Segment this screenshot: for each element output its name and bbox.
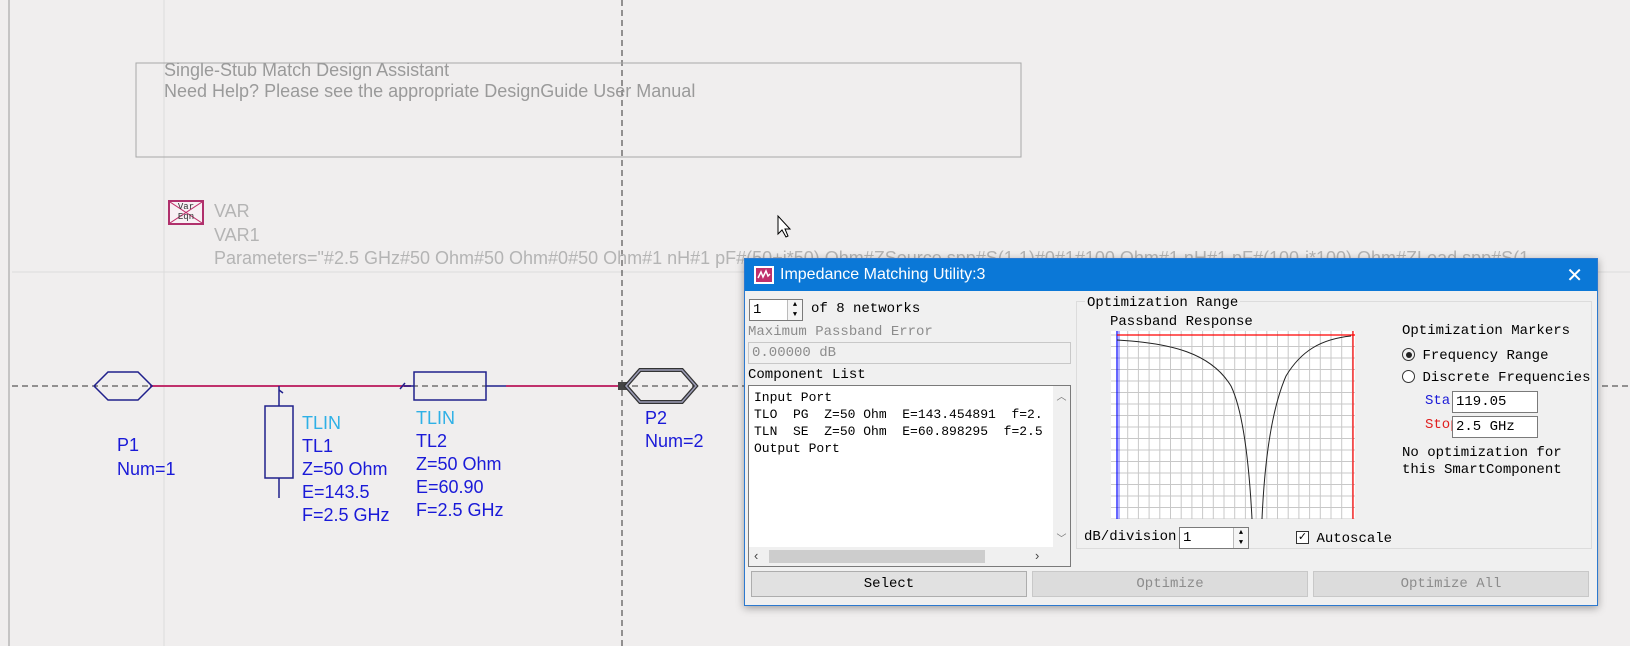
network-index-spinner[interactable]: 1 ▲ ▼ — [749, 299, 803, 321]
network-index-value: 1 — [753, 302, 762, 318]
component-list[interactable]: Input Port TLO PG Z=50 Ohm E=143.454891 … — [748, 385, 1071, 567]
checkbox-checked-icon[interactable]: ✓ — [1296, 531, 1309, 545]
start-field[interactable]: 119.05 MHz — [1452, 391, 1538, 430]
var-eqn-icon[interactable]: Var Eqn — [168, 200, 204, 225]
component-list-item[interactable]: Input Port — [754, 390, 832, 405]
impedance-matching-dialog[interactable]: Impedance Matching Utility:3 ✕ 1 ▲ ▼ of 8… — [744, 258, 1598, 606]
scroll-down-icon[interactable]: ﹀ — [1053, 530, 1070, 545]
port-p2-name: P2 — [645, 408, 668, 428]
db-division-label: dB/division — [1084, 529, 1177, 545]
network-count-text: of 8 networks — [811, 301, 921, 317]
autoscale-checkbox[interactable]: ✓ Autoscale — [1296, 529, 1392, 547]
radio-discrete-frequencies[interactable]: Discrete Frequencies — [1402, 368, 1590, 386]
port-p1-num: Num=1 — [117, 459, 176, 479]
var-label: VAR — [214, 201, 250, 221]
horizontal-scroll-thumb[interactable] — [769, 550, 985, 563]
radio-frequency-range-label: Frequency Range — [1422, 348, 1549, 364]
spinner-arrows-icon[interactable]: ▲ ▼ — [787, 300, 802, 320]
tl1-e: E=143.5 — [302, 482, 370, 502]
spinner-arrows-icon[interactable]: ▲ ▼ — [1233, 528, 1248, 548]
radio-discrete-label: Discrete Frequencies — [1422, 370, 1591, 386]
component-list-item[interactable]: Output Port — [754, 441, 840, 456]
tl1-name: TL1 — [302, 436, 334, 456]
scroll-right-icon[interactable]: › — [1035, 548, 1039, 563]
var-name: VAR1 — [214, 225, 260, 245]
scroll-up-icon[interactable]: ︿ — [1053, 388, 1070, 403]
tl2-type: TLIN — [416, 408, 456, 428]
radio-checked-icon[interactable] — [1402, 348, 1415, 362]
mouse-cursor-icon — [777, 214, 792, 238]
schematic-title-line2: Need Help? Please see the appropriate De… — [164, 81, 696, 101]
tl2-e: E=60.90 — [416, 477, 484, 497]
schematic-title-line1: Single-Stub Match Design Assistant — [164, 60, 450, 80]
optimization-note: No optimization for this SmartComponent — [1402, 445, 1562, 478]
passband-response-label: Passband Response — [1110, 314, 1253, 330]
optimize-all-button[interactable]: Optimize All — [1313, 571, 1589, 597]
tl2-z: Z=50 Ohm — [416, 454, 502, 474]
app-icon — [754, 266, 774, 284]
component-list-label: Component List — [748, 367, 866, 383]
tl1-symbol — [264, 386, 294, 498]
tl1-z: Z=50 Ohm — [302, 459, 388, 479]
port-p1-name: P1 — [117, 435, 140, 455]
tl2-name: TL2 — [416, 431, 448, 451]
radio-frequency-range[interactable]: Frequency Range — [1402, 346, 1548, 364]
scroll-left-icon[interactable]: ‹ — [754, 548, 758, 563]
component-list-item[interactable]: TLO PG Z=50 Ohm E=143.454891 f=2. — [754, 407, 1050, 422]
radio-unchecked-icon[interactable] — [1402, 370, 1415, 384]
tl1-f: F=2.5 GHz — [302, 505, 390, 525]
vertical-scrollbar[interactable]: ︿ ﹀ — [1053, 386, 1070, 547]
optimize-button[interactable]: Optimize — [1032, 571, 1308, 597]
optimization-range-label: Optimization Range — [1085, 295, 1241, 311]
stop-field[interactable]: 2.5 GHz — [1452, 416, 1538, 438]
db-division-value: 1 — [1183, 530, 1192, 546]
close-icon[interactable]: ✕ — [1566, 263, 1583, 288]
passband-response-plot[interactable] — [1111, 331, 1355, 519]
optimization-markers-label: Optimization Markers — [1402, 323, 1571, 339]
var-eqn-icon-text: Var Eqn — [177, 202, 195, 222]
tl1-type: TLIN — [302, 413, 342, 433]
component-list-item[interactable]: TLN SE Z=50 Ohm E=60.898295 f=2.5 — [754, 424, 1050, 439]
max-passband-error-label: Maximum Passband Error — [748, 324, 933, 340]
horizontal-scrollbar[interactable]: ‹ › — [749, 547, 1070, 566]
select-button[interactable]: Select — [751, 571, 1027, 597]
db-division-spinner[interactable]: 1 ▲ ▼ — [1179, 527, 1249, 549]
dialog-title: Impedance Matching Utility:3 — [780, 266, 986, 283]
dialog-titlebar[interactable]: Impedance Matching Utility:3 ✕ — [745, 259, 1597, 291]
port-p2-num: Num=2 — [645, 431, 704, 451]
autoscale-label: Autoscale — [1316, 531, 1393, 547]
max-passband-error-field: 0.00000 dB — [748, 342, 1071, 364]
tl2-f: F=2.5 GHz — [416, 500, 504, 520]
